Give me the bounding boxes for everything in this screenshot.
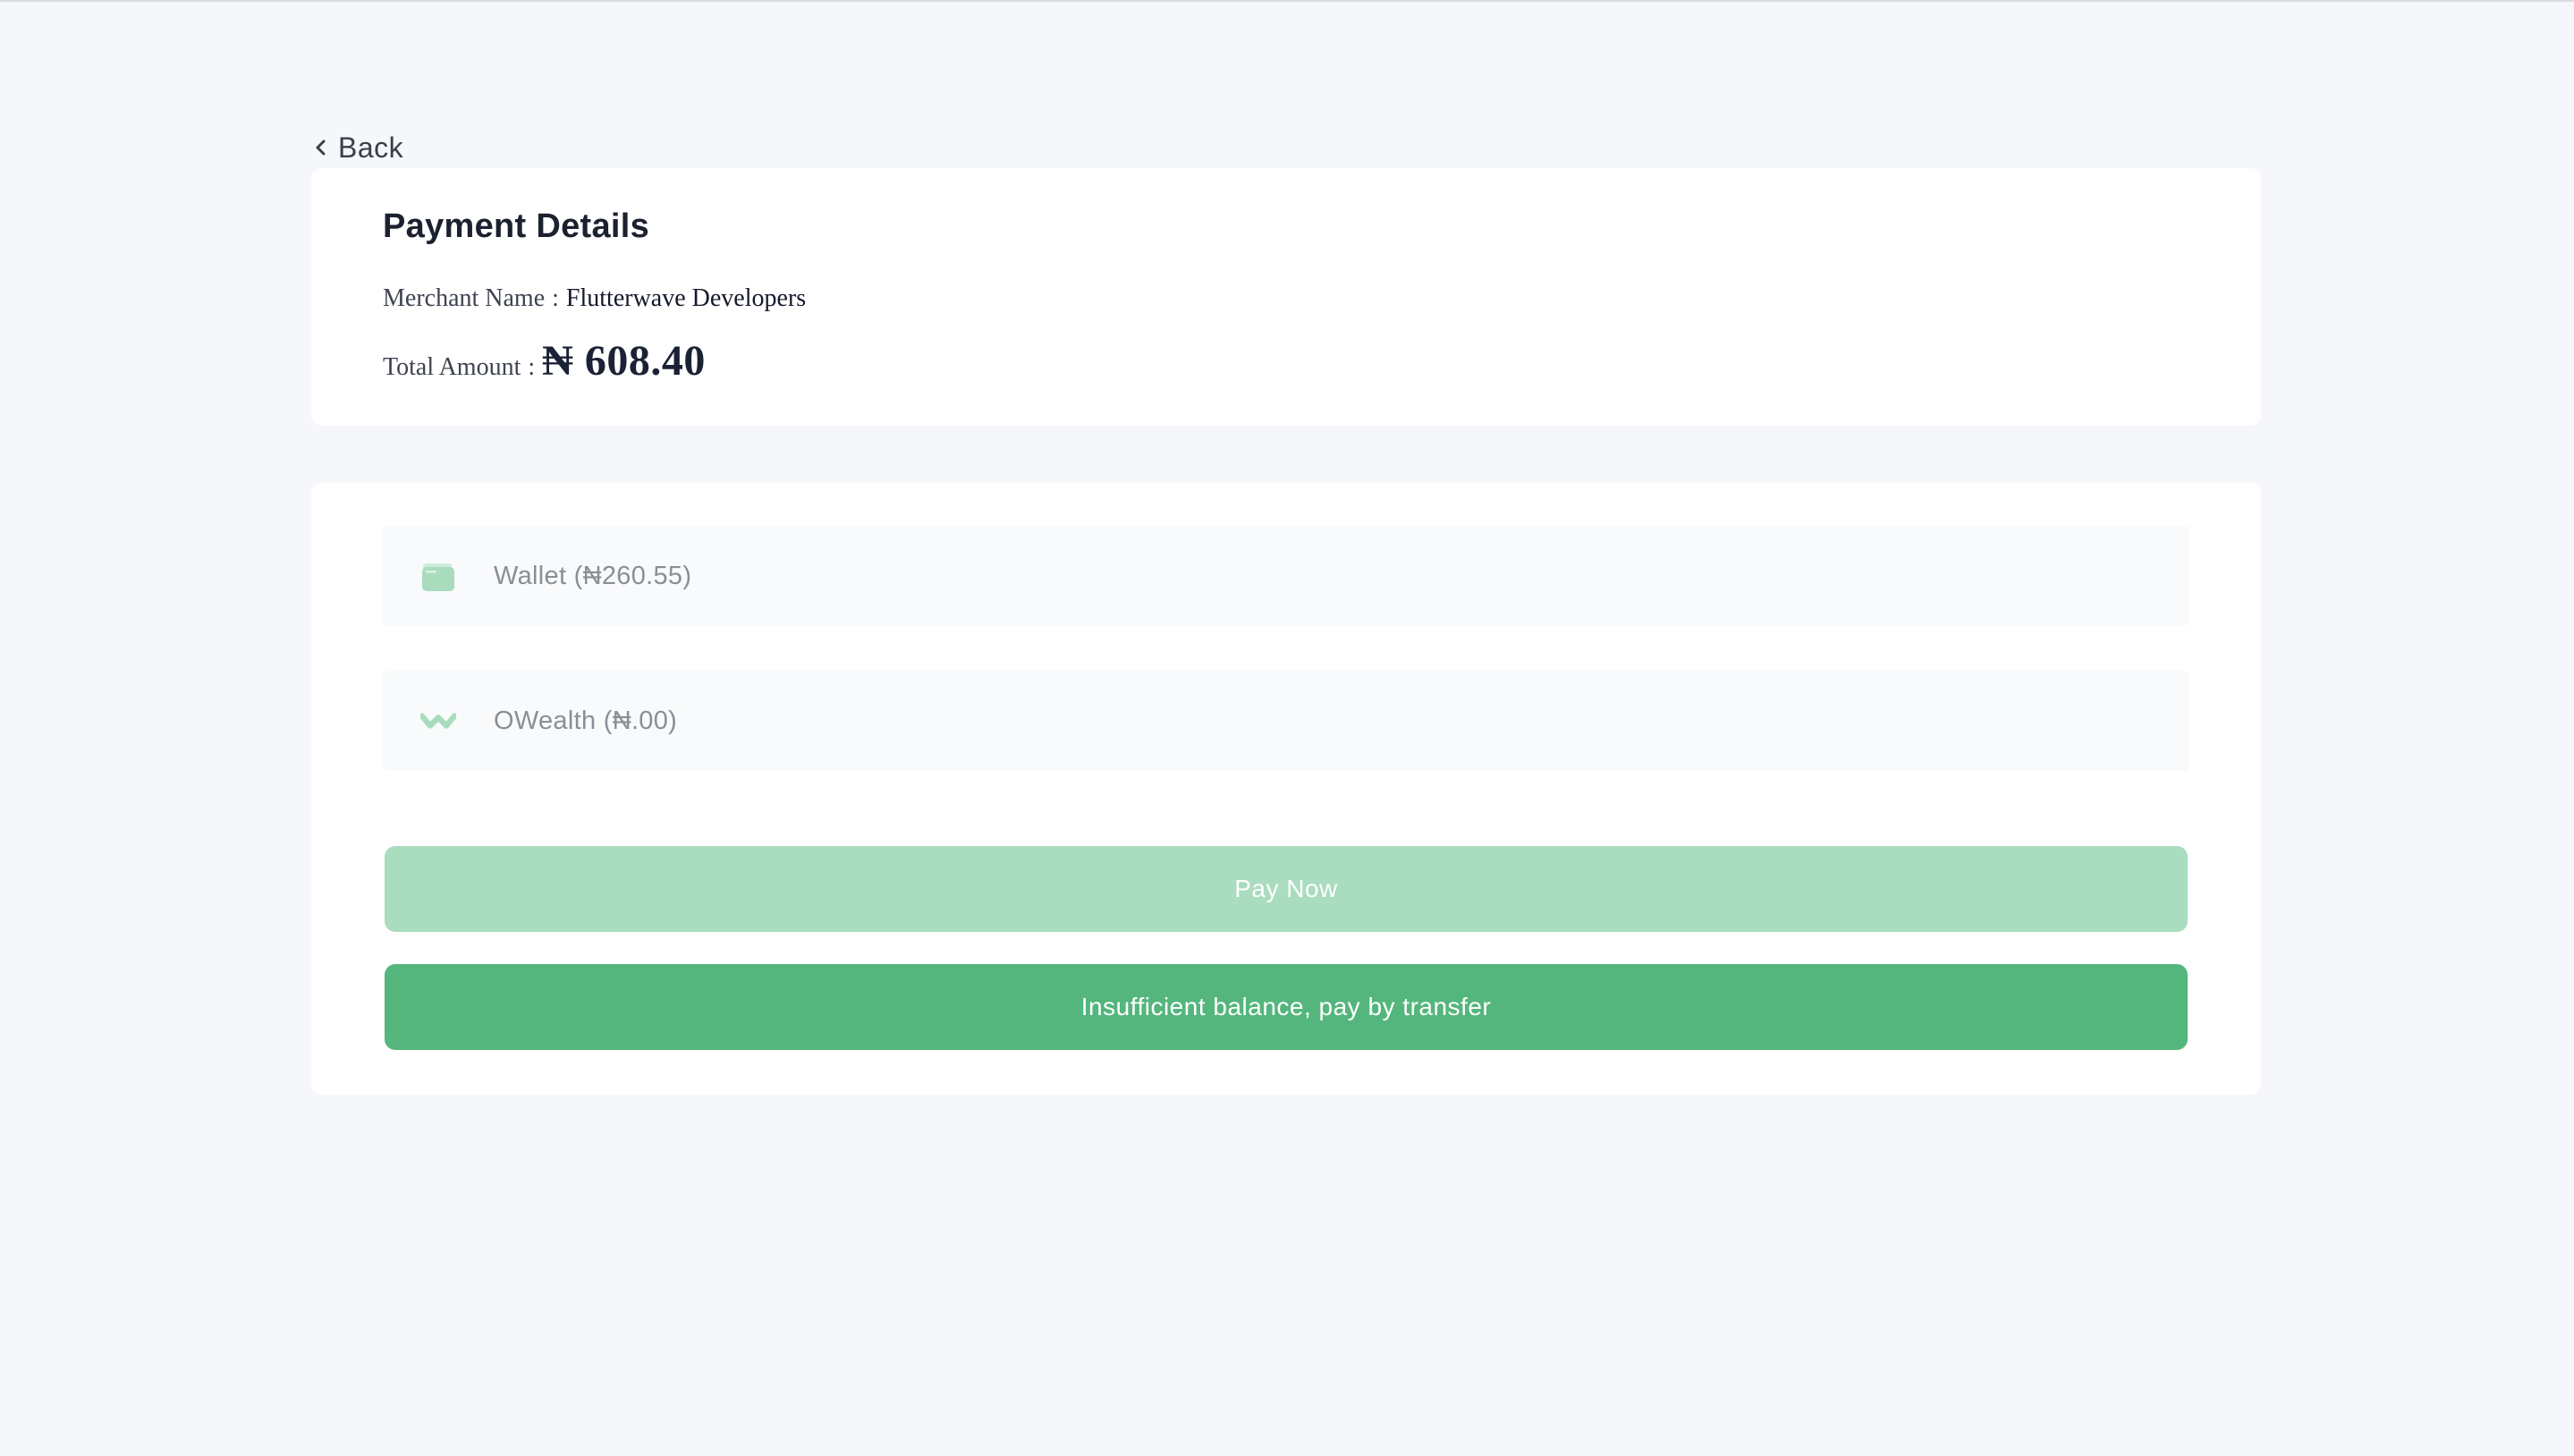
wallet-label: Wallet (₦260.55) [494,561,692,590]
back-link[interactable]: Back [311,129,403,166]
wallet-icon [420,558,456,594]
payment-method-owealth[interactable]: OWealth (₦.00) [383,671,2189,771]
merchant-name-label: Merchant Name [383,284,546,312]
total-amount-value: ₦ 608.40 [542,337,706,385]
chevron-left-icon [311,135,331,160]
page-title: Payment Details [383,207,650,245]
amount-row: Total Amount : ₦ 608.40 [383,336,706,385]
total-amount-label: Total Amount [383,353,521,381]
pay-by-transfer-button[interactable]: Insufficient balance, pay by transfer [385,964,2188,1050]
back-label: Back [338,131,404,164]
amount-separator: : [528,353,536,381]
merchant-separator: : [552,284,559,312]
payment-method-wallet[interactable]: Wallet (₦260.55) [383,526,2189,626]
payment-methods-card: Wallet (₦260.55) OWealth (₦.00) Pay Now … [311,483,2261,1095]
owealth-label: OWealth (₦.00) [494,706,678,735]
merchant-name-value: Flutterwave Developers [565,284,807,312]
pay-now-button[interactable]: Pay Now [385,846,2188,932]
merchant-row: Merchant Name : Flutterwave Developers [383,284,806,313]
owealth-icon [420,703,456,739]
payment-details-card: Payment Details Merchant Name : Flutterw… [311,168,2261,426]
